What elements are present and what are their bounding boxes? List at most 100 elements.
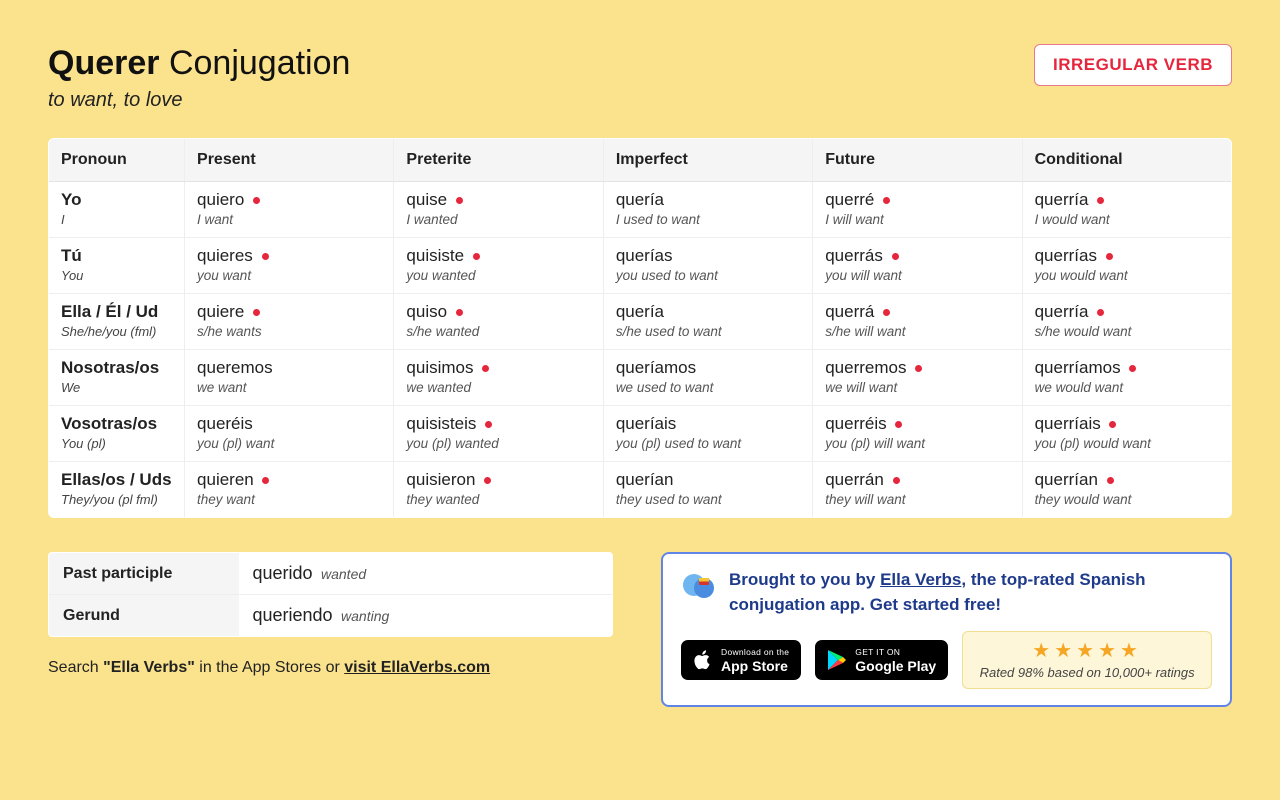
verb-trans: they used to want — [616, 492, 800, 507]
pronoun-trans: They/you (pl fml) — [61, 492, 172, 507]
verb-trans: you (pl) would want — [1035, 436, 1219, 451]
irregular-dot-icon — [915, 365, 922, 372]
pronoun-cell: Ellas/os / UdsThey/you (pl fml) — [49, 462, 185, 518]
verb-form: quisisteis — [406, 414, 590, 434]
verb-form: quisimos — [406, 358, 590, 378]
verb-trans: you want — [197, 268, 381, 283]
verb-trans: you would want — [1035, 268, 1219, 283]
past-participle-trans: wanted — [321, 566, 366, 582]
conjugation-cell: querrías you would want — [1022, 238, 1231, 294]
irregular-dot-icon — [892, 253, 899, 260]
verb-form: querríais — [1035, 414, 1219, 434]
irregular-dot-icon — [893, 477, 900, 484]
irregular-dot-icon — [1097, 197, 1104, 204]
verb-trans: I would want — [1035, 212, 1219, 227]
verb-form: querrían — [1035, 470, 1219, 490]
conjugation-cell: querríais you (pl) would want — [1022, 406, 1231, 462]
conjugation-cell: quería s/he used to want — [603, 294, 812, 350]
verb-form: querríamos — [1035, 358, 1219, 378]
column-header: Preterite — [394, 139, 603, 182]
gerund-label: Gerund — [49, 595, 239, 637]
irregular-dot-icon — [253, 309, 260, 316]
verb-trans: I will want — [825, 212, 1009, 227]
irregular-dot-icon — [482, 365, 489, 372]
promo-box: Brought to you by Ella Verbs, the top-ra… — [661, 552, 1232, 707]
apple-icon — [693, 649, 713, 671]
table-row: TúYouquieres you wantquisiste you wanted… — [49, 238, 1232, 294]
verb-form: querrán — [825, 470, 1009, 490]
verb-name: Querer — [48, 44, 160, 82]
pronoun-trans: We — [61, 380, 172, 395]
irregular-dot-icon — [883, 309, 890, 316]
irregular-dot-icon — [253, 197, 260, 204]
conjugation-cell: querré I will want — [813, 182, 1022, 238]
verb-trans: you (pl) wanted — [406, 436, 590, 451]
table-row: Nosotras/osWequeremos we wantquisimos we… — [49, 350, 1232, 406]
visit-link[interactable]: visit EllaVerbs.com — [344, 659, 490, 676]
irregular-dot-icon — [1109, 421, 1116, 428]
verb-form: querría — [1035, 190, 1219, 210]
irregular-dot-icon — [262, 253, 269, 260]
verb-form: quiero — [197, 190, 381, 210]
irregular-dot-icon — [456, 197, 463, 204]
rating-text: Rated 98% based on 10,000+ ratings — [971, 665, 1203, 680]
verb-form: querréis — [825, 414, 1009, 434]
verb-form: querías — [616, 246, 800, 266]
verb-form: quieren — [197, 470, 381, 490]
conjugation-table: PronounPresentPreteriteImperfectFutureCo… — [48, 138, 1232, 518]
irregular-dot-icon — [473, 253, 480, 260]
conjugation-cell: querrían they would want — [1022, 462, 1231, 518]
verb-form: querrás — [825, 246, 1009, 266]
verb-form: quisiste — [406, 246, 590, 266]
column-header: Imperfect — [603, 139, 812, 182]
conjugation-cell: quiere s/he wants — [185, 294, 394, 350]
verb-form: quieres — [197, 246, 381, 266]
table-row: Vosotras/osYou (pl)queréis you (pl) want… — [49, 406, 1232, 462]
app-store-badge[interactable]: Download on theApp Store — [681, 640, 801, 680]
pronoun-cell: YoI — [49, 182, 185, 238]
column-header: Pronoun — [49, 139, 185, 182]
pronoun: Ella / Él / Ud — [61, 302, 172, 322]
conjugation-cell: querríamos we would want — [1022, 350, 1231, 406]
title-suffix: Conjugation — [160, 44, 351, 82]
conjugation-cell: querrás you will want — [813, 238, 1022, 294]
star-icon: ★★★★★ — [971, 638, 1203, 663]
conjugation-cell: querrán they will want — [813, 462, 1022, 518]
promo-text: Brought to you by Ella Verbs, the top-ra… — [729, 568, 1212, 617]
pronoun-trans: You (pl) — [61, 436, 172, 451]
verb-trans: I wanted — [406, 212, 590, 227]
irregular-dot-icon — [262, 477, 269, 484]
verb-trans: we would want — [1035, 380, 1219, 395]
gerund-form: queriendo — [253, 605, 333, 625]
conjugation-cell: quise I wanted — [394, 182, 603, 238]
conjugation-cell: quisimos we wanted — [394, 350, 603, 406]
irregular-dot-icon — [895, 421, 902, 428]
past-participle-cell: querido wanted — [239, 553, 613, 595]
conjugation-cell: quisisteis you (pl) wanted — [394, 406, 603, 462]
irregular-dot-icon — [1097, 309, 1104, 316]
verb-form: quería — [616, 190, 800, 210]
ella-verbs-link[interactable]: Ella Verbs — [880, 570, 961, 589]
conjugation-cell: querremos we will want — [813, 350, 1022, 406]
pronoun-trans: She/he/you (fml) — [61, 324, 172, 339]
verb-trans: s/he wanted — [406, 324, 590, 339]
verb-trans: you (pl) used to want — [616, 436, 800, 451]
conjugation-cell: quieres you want — [185, 238, 394, 294]
irregular-dot-icon — [456, 309, 463, 316]
table-row: YoIquiero I wantquise I wantedquería I u… — [49, 182, 1232, 238]
conjugation-cell: queremos we want — [185, 350, 394, 406]
conjugation-cell: querrá s/he will want — [813, 294, 1022, 350]
verb-trans: s/he used to want — [616, 324, 800, 339]
irregular-dot-icon — [484, 477, 491, 484]
search-line: Search "Ella Verbs" in the App Stores or… — [48, 659, 613, 677]
verb-trans: I want — [197, 212, 381, 227]
pronoun-cell: Vosotras/osYou (pl) — [49, 406, 185, 462]
verb-form: queríamos — [616, 358, 800, 378]
verb-form: quería — [616, 302, 800, 322]
pronoun-cell: Nosotras/osWe — [49, 350, 185, 406]
verb-form: queremos — [197, 358, 381, 378]
google-play-badge[interactable]: GET IT ONGoogle Play — [815, 640, 948, 680]
conjugation-cell: quiso s/he wanted — [394, 294, 603, 350]
column-header: Conditional — [1022, 139, 1231, 182]
verb-trans: s/he will want — [825, 324, 1009, 339]
